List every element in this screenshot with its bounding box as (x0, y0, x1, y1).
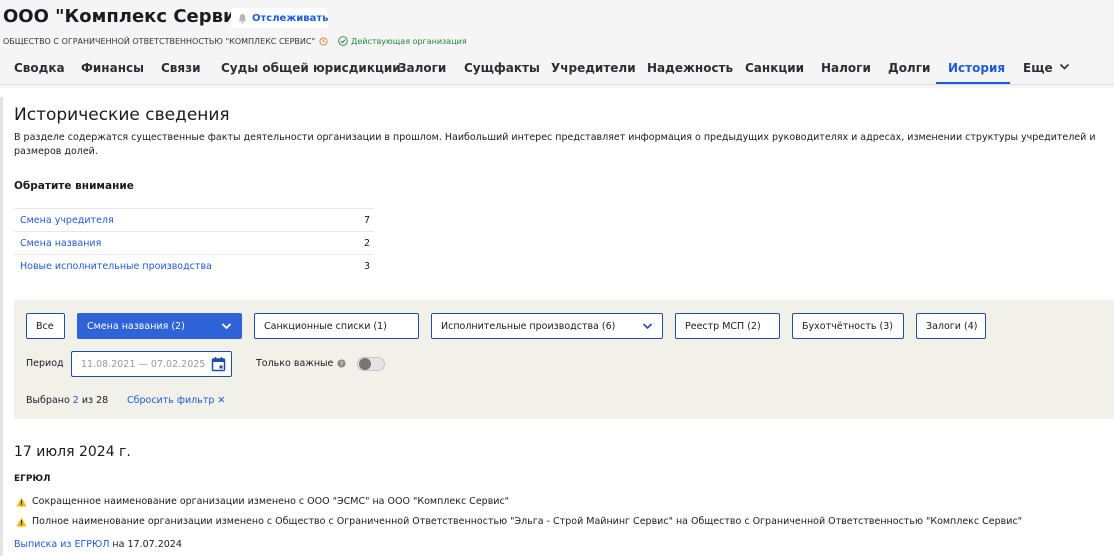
attention-link-enforcement[interactable]: Новые исполнительные производства (20, 261, 212, 272)
attention-title: Обратите внимание (14, 180, 134, 192)
tab-history[interactable]: История (948, 54, 1005, 85)
tab-more[interactable]: Еще (1023, 54, 1070, 85)
tab-sanctions[interactable]: Санкции (745, 54, 804, 85)
tab-material-facts[interactable]: Сущфакты (464, 54, 540, 85)
event-text: Полное наименование организации изменено… (32, 516, 1023, 527)
tab-pledges[interactable]: Залоги (398, 54, 446, 85)
page-description: В разделе содержатся существенные факты … (14, 132, 1096, 157)
attention-count: 3 (363, 260, 370, 272)
filter-sme-registry-button[interactable]: Реестр МСП (2) (675, 313, 780, 339)
extract-date: на 17.07.2024 (112, 539, 182, 550)
event-date-heading: 17 июля 2024 г. (14, 444, 131, 460)
tab-summary[interactable]: Сводка (14, 54, 65, 85)
list-item: Смена названия 2 (14, 231, 374, 254)
filter-sanctions-button[interactable]: Санкционные списки (1) (254, 313, 419, 339)
warning-icon (16, 517, 27, 526)
selected-suffix: из 28 (81, 395, 109, 406)
filter-name-change-label: Смена названия (2) (87, 320, 185, 332)
status-text: Действующая организация (351, 36, 467, 46)
list-item: Новые исполнительные производства 3 (14, 254, 374, 277)
important-only-label: Только важные ? (256, 358, 346, 369)
tab-debts[interactable]: Долги (888, 54, 930, 85)
active-tab-indicator (936, 82, 1010, 84)
egrul-extract-link[interactable]: Выписка из ЕГРЮЛ (14, 539, 109, 550)
filter-enforcement-button[interactable]: Исполнительные производства (6) (431, 313, 663, 339)
filter-enforcement-label: Исполнительные производства (6) (441, 320, 616, 332)
help-icon[interactable]: ? (337, 359, 346, 368)
selected-count[interactable]: 2 (73, 395, 79, 406)
tab-courts[interactable]: Суды общей юрисдикции (221, 54, 401, 85)
company-subtitle: ОБЩЕСТВО С ОГРАНИЧЕННОЙ ОТВЕТСТВЕННОСТЬЮ… (3, 36, 467, 46)
track-button-label: Отслеживать (252, 12, 329, 24)
check-circle-icon (338, 36, 348, 46)
tab-reliability[interactable]: Надежность (647, 54, 733, 85)
event-item: Сокращенное наименование организации изм… (16, 496, 509, 507)
attention-list: Смена учредителя 7 Смена названия 2 Новы… (14, 208, 374, 277)
filter-pledges-button[interactable]: Залоги (4) (916, 313, 986, 339)
filter-accounting-button[interactable]: Бухотчётность (3) (792, 313, 904, 339)
event-source: ЕГРЮЛ (14, 474, 51, 484)
period-value: 11.08.2021 — 07.02.2025 (81, 359, 206, 370)
clock-icon[interactable] (319, 36, 328, 46)
attention-link-name-change[interactable]: Смена названия (20, 238, 101, 249)
calendar-icon (211, 357, 226, 372)
attention-link-founder-change[interactable]: Смена учредителя (20, 215, 114, 226)
filter-all-button[interactable]: Все (26, 313, 65, 339)
chevron-down-icon (221, 323, 232, 330)
company-header: ООО "Комплекс Сервис" Отслеживать ОБЩЕСТ… (0, 0, 1114, 88)
attention-count: 2 (363, 237, 370, 249)
chevron-down-icon (642, 323, 653, 330)
bell-icon (237, 13, 248, 24)
company-full-name: ОБЩЕСТВО С ОГРАНИЧЕННОЙ ОТВЕТСТВЕННОСТЬЮ… (3, 36, 316, 46)
event-item: Полное наименование организации изменено… (16, 516, 1022, 527)
period-label: Период (26, 358, 64, 369)
tab-founders[interactable]: Учредители (551, 54, 636, 85)
attention-count: 7 (363, 214, 370, 226)
tab-taxes[interactable]: Налоги (821, 54, 871, 85)
important-only-toggle[interactable] (357, 357, 385, 371)
extract-line: Выписка из ЕГРЮЛ на 17.07.2024 (14, 539, 182, 550)
list-item: Смена учредителя 7 (14, 208, 374, 231)
company-name: ООО "Комплекс Сервис" (3, 6, 256, 27)
tab-bar: Сводка Финансы Связи Суды общей юрисдикц… (0, 54, 1114, 85)
tab-links[interactable]: Связи (161, 54, 201, 85)
svg-text:?: ? (340, 361, 343, 368)
reset-filter-link[interactable]: Сбросить фильтр ✕ (127, 395, 225, 406)
warning-icon (16, 497, 27, 506)
chevron-down-icon (1059, 63, 1069, 70)
important-only-text: Только важные (256, 358, 334, 369)
page-title: Исторические сведения (14, 105, 230, 125)
tab-finance[interactable]: Финансы (81, 54, 144, 85)
period-input[interactable]: 11.08.2021 — 07.02.2025 (71, 351, 232, 377)
toggle-knob (359, 358, 371, 370)
selected-prefix: Выбрано (26, 395, 70, 406)
track-button[interactable]: Отслеживать (231, 8, 328, 28)
filter-name-change-button[interactable]: Смена названия (2) (77, 313, 242, 339)
event-text: Сокращенное наименование организации изм… (32, 496, 510, 507)
selected-count-info: Выбрано 2 из 28 (26, 395, 108, 406)
status-badge: Действующая организация (338, 36, 467, 46)
tab-more-label: Еще (1023, 61, 1053, 75)
